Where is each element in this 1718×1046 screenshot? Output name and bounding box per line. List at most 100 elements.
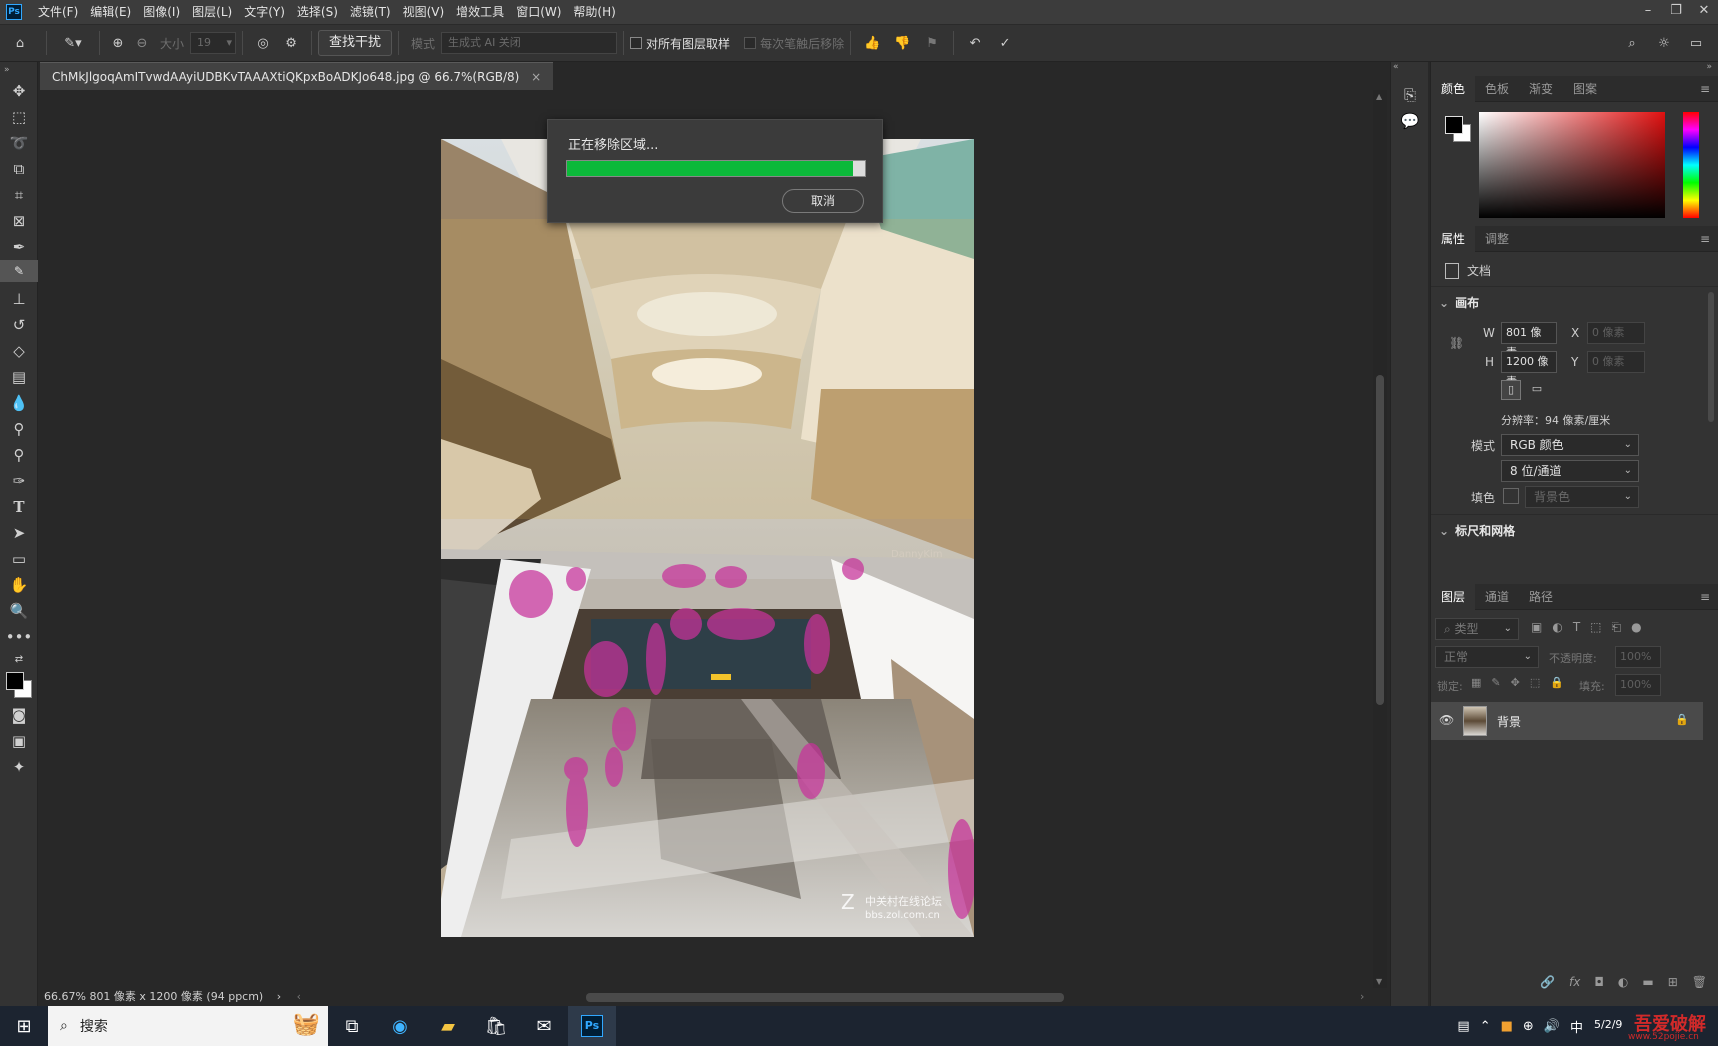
layer-row-background[interactable]: 👁 背景 🔒 [1431,702,1703,740]
collapse-dock-icon[interactable]: « [1391,62,1428,78]
lock-all-icon[interactable]: 🔒 [1550,676,1564,689]
scroll-right-icon[interactable]: › [1360,988,1364,1006]
link-layers-icon[interactable]: 🔗 [1540,975,1555,989]
taskbar-search[interactable]: ⌕ 搜索 🧺 [48,1006,328,1046]
fill-opacity-input[interactable]: 100% [1615,674,1661,696]
generative-icon[interactable]: ✦ [0,754,38,780]
saturation-field[interactable] [1479,112,1665,218]
pressure-icon[interactable]: ◎ [249,30,277,56]
y-input[interactable]: 0 像素 [1587,351,1645,373]
home-icon[interactable]: ⌂ [0,30,40,56]
adjustment-filter-icon[interactable]: ◐ [1552,620,1562,635]
type-tool-icon[interactable]: T [0,494,38,520]
document-image[interactable]: Z 中关村在线论坛 bbs.zol.com.cn DannyKim [441,139,974,937]
type-filter-icon[interactable]: T [1573,620,1580,635]
lock-artboard-icon[interactable]: ⬚ [1530,676,1540,689]
object-select-tool-icon[interactable]: ⧉ [0,156,38,182]
gear-icon[interactable]: ⚙ [277,30,305,56]
properties-scrollbar[interactable] [1708,292,1714,422]
adjustment-layer-icon[interactable]: ◐ [1618,975,1628,989]
tab-channels[interactable]: 通道 [1475,584,1519,610]
size-input[interactable]: 19 ▾ [190,32,237,54]
close-button[interactable]: ✕ [1690,0,1718,24]
zoom-tool-icon[interactable]: 🔍 [0,598,38,624]
quick-mask-icon[interactable]: ◙ [0,702,38,728]
remove-tool-icon[interactable]: ✎ [0,260,38,282]
eye-visibility-icon[interactable]: 👁 [1439,713,1454,727]
find-distractions-button[interactable]: 查找干扰 [318,30,393,56]
commit-check-icon[interactable]: ✓ [990,30,1020,56]
tab-swatches[interactable]: 色板 [1475,76,1519,102]
clock-area[interactable]: 5/2/9 吾爱破解 www.52pojie.cn [1588,1006,1718,1046]
menu-layer[interactable]: 图层(L) [186,0,238,24]
rectangle-tool-icon[interactable]: ▭ [0,546,38,572]
more-tools-icon[interactable]: ••• [0,624,38,650]
bit-depth-select[interactable]: 8 位/通道 ⌄ [1501,460,1639,482]
portrait-orientation-icon[interactable]: ▯ [1501,380,1521,400]
eyedropper-tool-icon[interactable]: ✒ [0,234,38,260]
expand-panels-icon[interactable]: » [1431,62,1718,76]
lock-pixels-icon[interactable]: ✎ [1491,676,1500,689]
frame-tool-icon[interactable]: ⊠ [0,208,38,234]
search-icon[interactable]: ⌕ [1616,30,1648,56]
swap-colors-icon[interactable]: ⇄ [0,650,38,668]
menu-view[interactable]: 视图(V) [397,0,451,24]
volume-icon[interactable]: 🔊 [1544,1019,1560,1034]
document-tab[interactable]: ChMkJlgoqAmITvwdAAyiUDBKvTAAAXtiQKpxBoAD… [40,62,554,90]
height-input[interactable]: 1200 像素 [1501,351,1557,388]
collapse-toolbar-icon[interactable]: » [0,62,38,78]
network-icon[interactable]: ⊕ [1523,1019,1534,1034]
pixel-layer-filter-icon[interactable]: ▣ [1531,620,1542,635]
screen-mode-icon[interactable]: ▣ [0,728,38,754]
path-select-icon[interactable]: ➤ [0,520,38,546]
sample-all-layers-checkbox[interactable] [630,37,643,49]
gradient-tool-icon[interactable]: ▤ [0,364,38,390]
layer-name[interactable]: 背景 [1497,713,1521,730]
minimize-button[interactable]: – [1634,0,1662,24]
scroll-up-icon[interactable]: ▲ [1376,92,1382,101]
menu-type[interactable]: 文字(Y) [238,0,291,24]
marquee-tool-icon[interactable]: ⬚ [0,104,38,130]
tab-color[interactable]: 颜色 [1431,75,1476,102]
hue-slider[interactable] [1683,112,1699,218]
rulers-section-header[interactable]: ⌄ 标尺和网格 [1439,522,1515,539]
menu-help[interactable]: 帮助(H) [567,0,621,24]
tab-paths[interactable]: 路径 [1519,584,1563,610]
menu-image[interactable]: 图像(I) [137,0,186,24]
lasso-tool-icon[interactable]: ➰ [0,130,38,156]
smart-object-filter-icon[interactable]: ⎗ [1612,620,1622,635]
tab-adjustments[interactable]: 调整 [1475,226,1519,252]
stamp-tool-icon[interactable]: ⊥ [0,286,38,312]
tab-gradients[interactable]: 渐变 [1519,76,1563,102]
width-input[interactable]: 801 像素 [1501,322,1557,359]
discover-icon[interactable]: ☼ [1648,30,1680,56]
color-mode-select[interactable]: RGB 颜色 ⌄ [1501,434,1639,456]
horizontal-scroll-thumb[interactable] [586,993,1064,1002]
history-panel-icon[interactable]: ⎘ [1391,82,1429,108]
eraser-tool-icon[interactable]: ◇ [0,338,38,364]
menu-window[interactable]: 窗口(W) [510,0,567,24]
tab-patterns[interactable]: 图案 [1563,76,1607,102]
menu-plugins[interactable]: 增效工具 [450,0,510,24]
foreground-color-swatch[interactable] [6,672,24,690]
store-icon[interactable]: 🛍 [472,1006,520,1046]
landscape-orientation-icon[interactable]: ▭ [1527,380,1547,400]
mode-select[interactable]: 生成式 AI 关闭 [441,32,618,54]
flag-icon[interactable]: ⚑ [917,30,947,56]
history-brush-icon[interactable]: ↺ [0,312,38,338]
menu-edit[interactable]: 编辑(E) [84,0,137,24]
status-arrow-icon[interactable]: › [277,990,281,1003]
pen-tool-icon[interactable]: ✑ [0,468,38,494]
subtract-mode-icon[interactable]: ⊖ [130,30,154,56]
file-explorer-icon[interactable]: ▰ [424,1006,472,1046]
menu-filter[interactable]: 滤镜(T) [344,0,397,24]
mail-icon[interactable]: ✉ [520,1006,568,1046]
add-mode-icon[interactable]: ⊕ [106,30,130,56]
task-view-icon[interactable]: ⧉ [328,1006,376,1046]
canvas-section-header[interactable]: ⌄ 画布 [1439,294,1479,311]
menu-select[interactable]: 选择(S) [291,0,344,24]
thumbs-up-icon[interactable]: 👍 [857,30,887,56]
undo-icon[interactable]: ↶ [960,30,990,56]
zoom-lens-icon[interactable]: ⚲ [0,442,38,468]
tab-close-icon[interactable]: × [531,70,541,84]
